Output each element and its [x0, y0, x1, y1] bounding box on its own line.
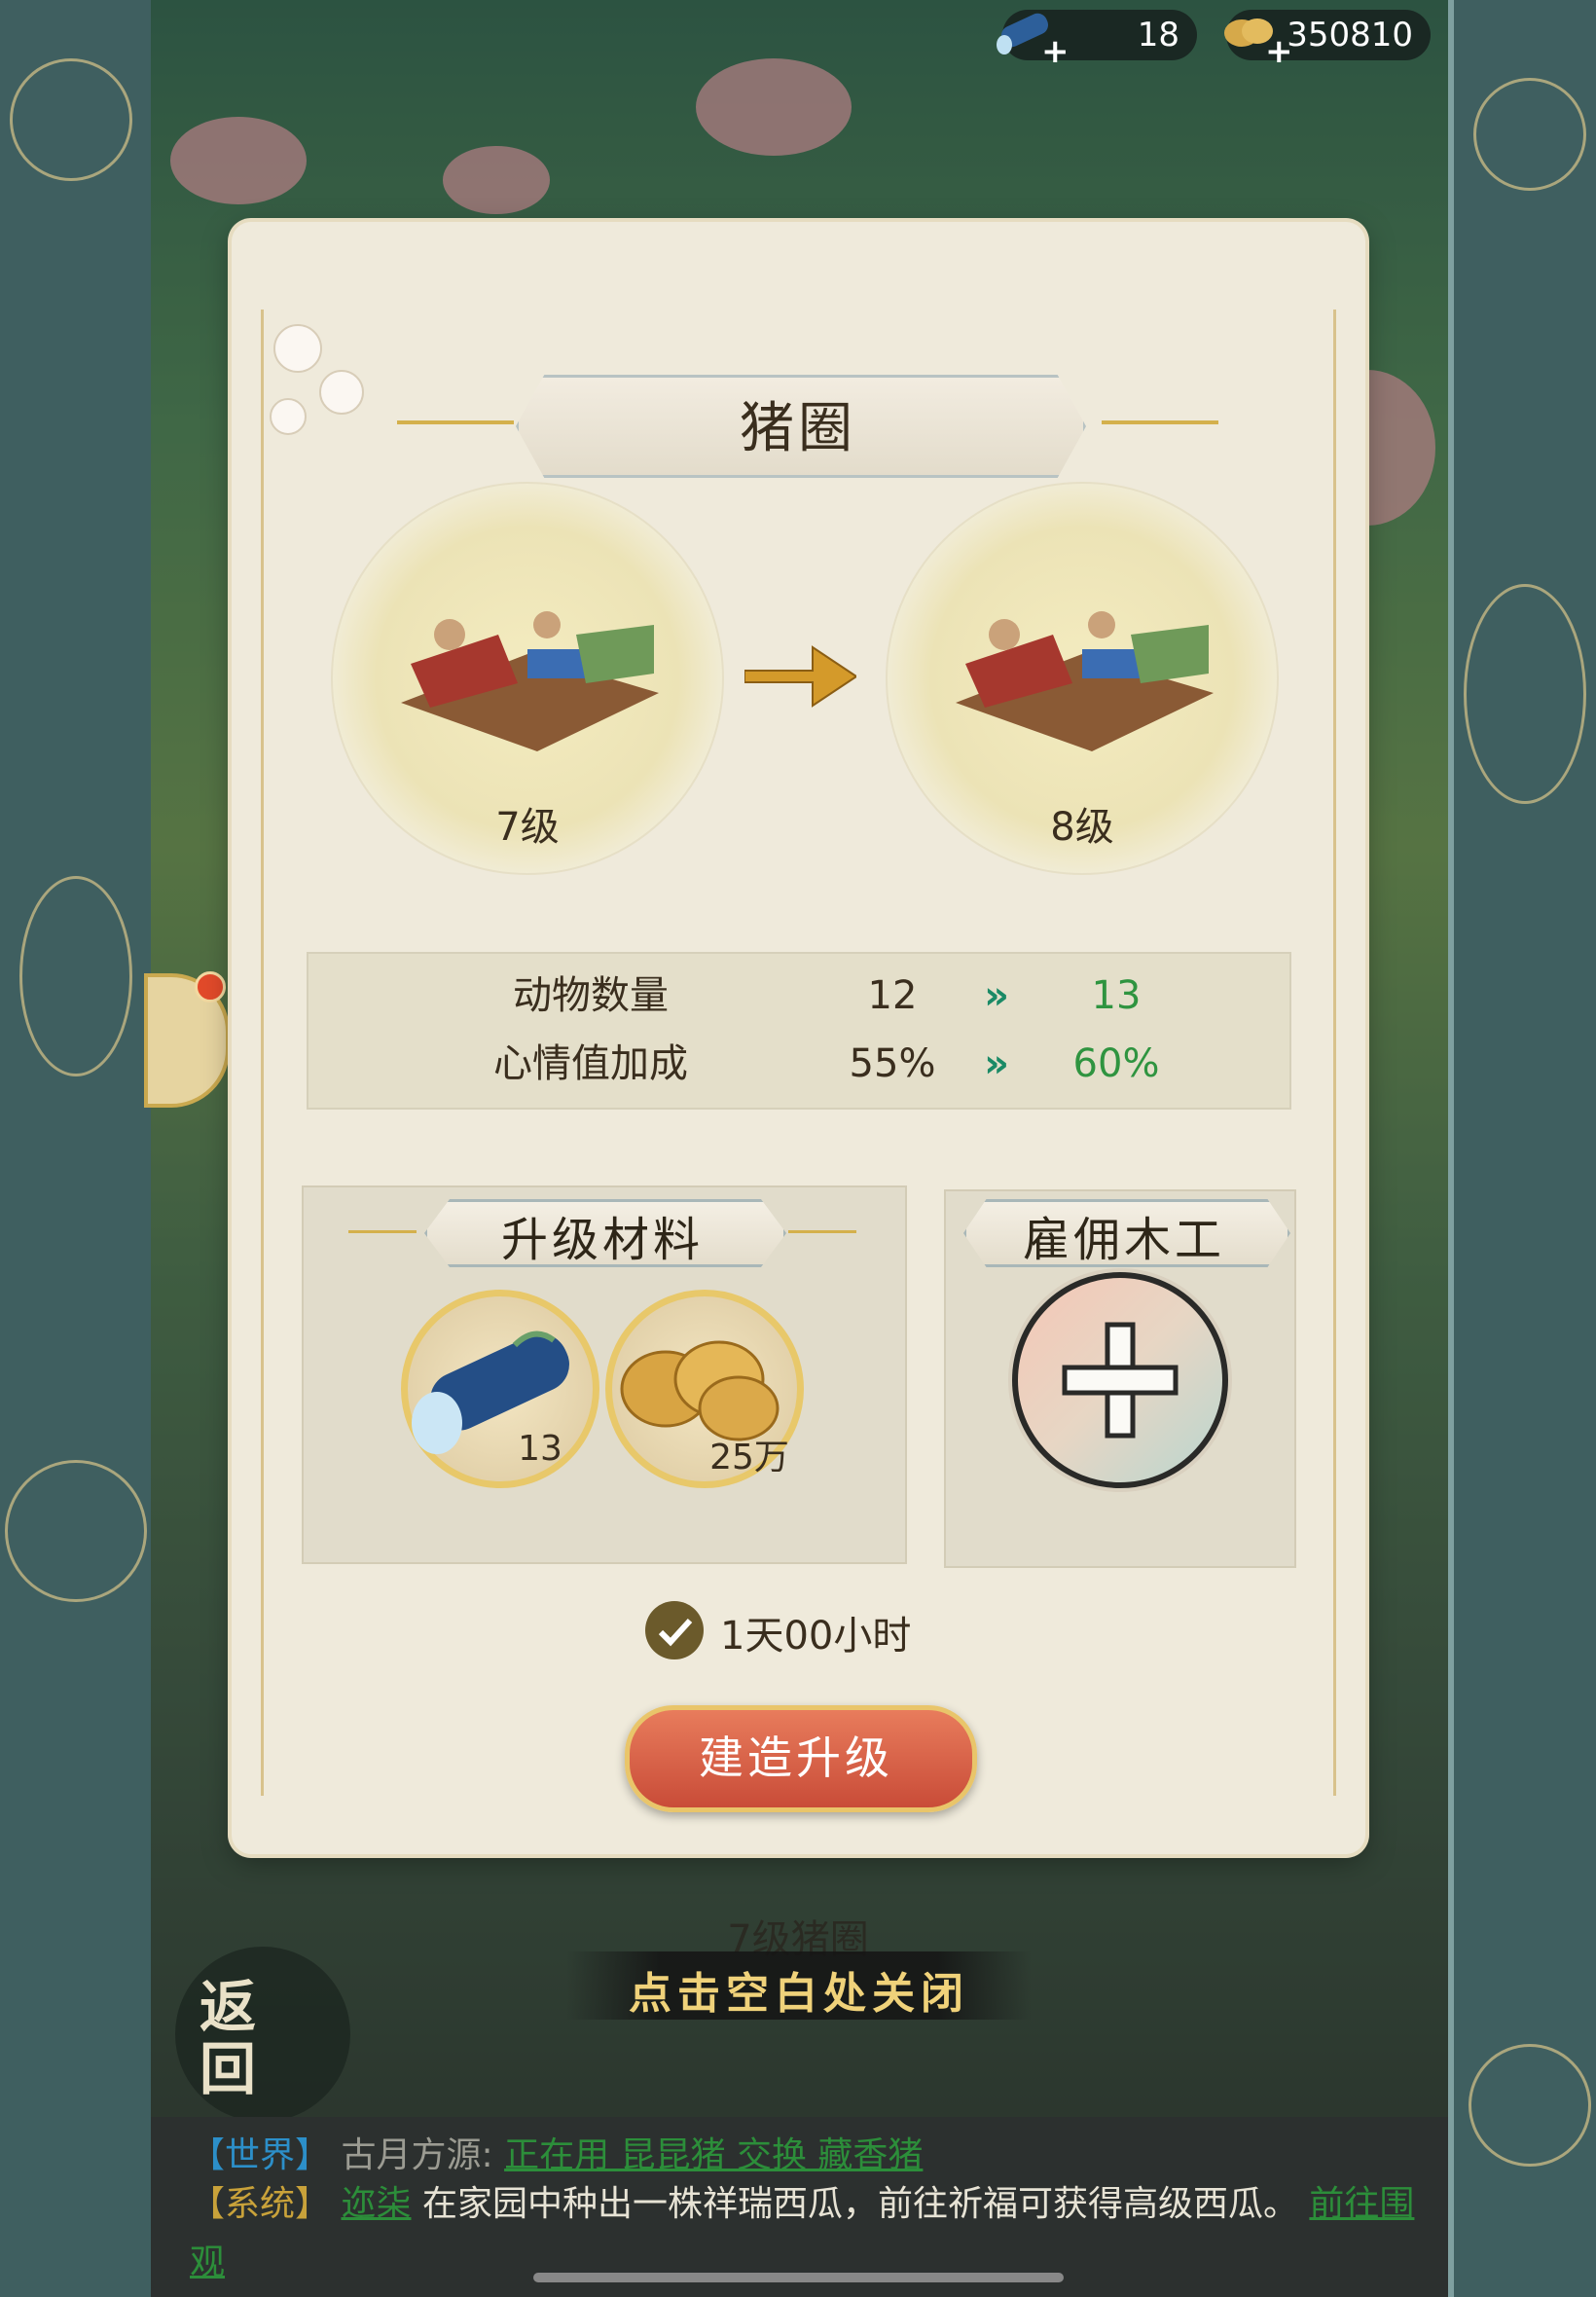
stat-current-value: 12: [867, 973, 918, 1018]
chat-speaker[interactable]: 古月方源:: [341, 2135, 492, 2175]
stat-next-value: 60%: [1072, 1041, 1160, 1086]
chat-channel-tag: 【世界】: [190, 2135, 331, 2175]
next-level-label: 8级: [1050, 805, 1114, 850]
close-hint-text: 点击空白处关闭: [629, 1969, 969, 2019]
stat-row: 心情值加成 55% » 60%: [308, 1030, 1289, 1098]
add-wood-button[interactable]: +: [1041, 35, 1070, 68]
chat-player-link[interactable]: 迩柒: [341, 2184, 411, 2224]
chat-feed: 【世界】 古月方源: 正在用 昆昆猪 交换 藏香猪 【系统】 迩柒 在家园中种出…: [151, 2117, 1448, 2297]
home-indicator[interactable]: [533, 2273, 1064, 2282]
hire-title: 雇佣木工: [1022, 1213, 1225, 1267]
increase-arrow-icon: »: [984, 973, 1009, 1018]
cloud-swirl-decoration: [1464, 584, 1586, 804]
cloud-swirl-decoration: [5, 1460, 147, 1602]
next-level-card: 8级: [886, 482, 1279, 875]
plus-icon: [1062, 1322, 1179, 1439]
left-decorative-border: [0, 0, 157, 2297]
current-level-card: 7级: [331, 482, 724, 875]
stat-label: 动物数量: [513, 973, 669, 1018]
stat-label: 心情值加成: [493, 1041, 688, 1086]
building-title: 猪圈: [740, 397, 856, 460]
ornament-line: [348, 1230, 417, 1233]
materials-title: 升级材料: [500, 1213, 704, 1267]
cloud-swirl-decoration: [19, 876, 132, 1076]
right-decorative-border: [1448, 0, 1596, 2297]
build-upgrade-label: 建造升级: [699, 1732, 893, 1784]
title-ornament-left: [397, 420, 514, 424]
chat-trade-link[interactable]: 正在用 昆昆猪 交换 藏香猪: [504, 2135, 923, 2175]
wood-resource-counter: + 18: [997, 10, 1197, 68]
notification-dot: [195, 971, 226, 1003]
stat-current-value: 55%: [849, 1041, 936, 1086]
coin-amount: 350810: [1287, 16, 1413, 55]
stats-table: 动物数量 12 » 13 心情值加成 55% » 60%: [307, 952, 1291, 1110]
cloud-swirl-decoration: [10, 58, 132, 181]
plum-blossom-decoration: [270, 324, 364, 435]
increase-arrow-icon: »: [984, 1041, 1009, 1086]
pigsty-building-icon: [956, 611, 1214, 751]
back-button-label: 返回: [200, 1974, 257, 2102]
material-coins-count: 25万: [709, 1438, 789, 1477]
coin-resource-counter: + 350810: [1224, 10, 1431, 68]
cloud-swirl-decoration: [1473, 78, 1586, 191]
current-level-label: 7级: [495, 805, 560, 850]
upgrade-arrow-icon: [744, 645, 856, 708]
ornament-line: [788, 1230, 856, 1233]
clock-icon: [645, 1601, 704, 1659]
stat-row: 动物数量 12 » 13: [308, 962, 1289, 1030]
stat-next-value: 13: [1091, 973, 1142, 1018]
wood-amount: 18: [1137, 16, 1179, 55]
title-ornament-right: [1102, 420, 1218, 424]
hire-carpenter-button[interactable]: [1012, 1272, 1228, 1488]
chat-channel-tag: 【系统】: [190, 2184, 331, 2224]
pigsty-building-icon: [401, 611, 659, 751]
material-wood-count: 13: [518, 1429, 562, 1469]
cloud-swirl-decoration: [1469, 2044, 1591, 2167]
upgrade-duration: 1天00小时: [720, 1614, 912, 1659]
chat-system-message: 在家园中种出一株祥瑞西瓜，前往祈福可获得高级西瓜。: [421, 2184, 1298, 2224]
